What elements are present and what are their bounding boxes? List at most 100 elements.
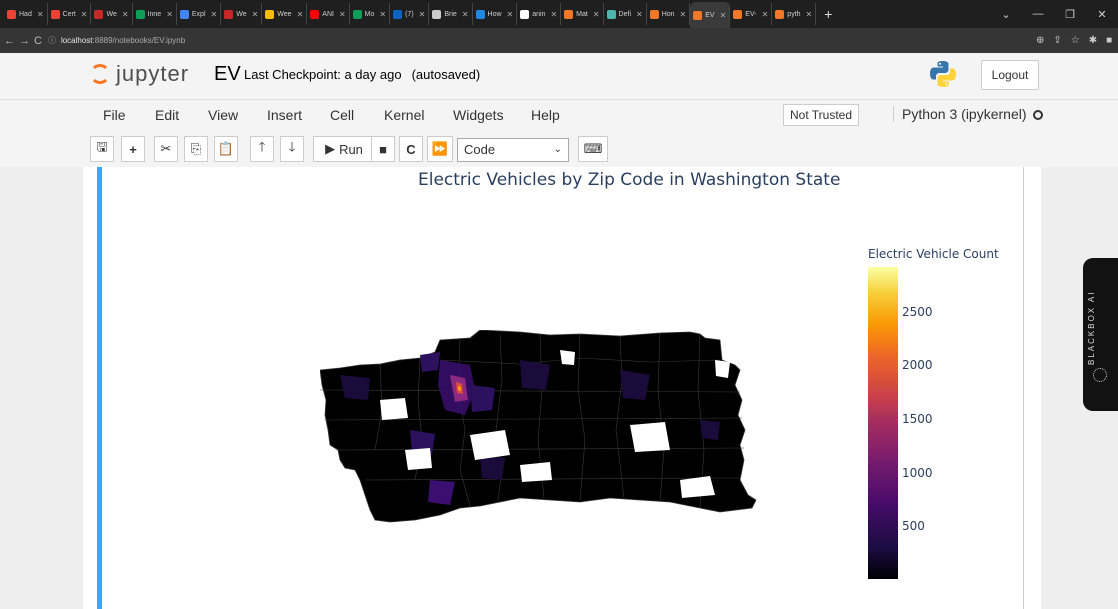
menu-edit[interactable]: Edit	[155, 107, 179, 123]
tab-close-icon[interactable]: ✕	[636, 10, 643, 19]
browser-tab[interactable]: Mat ✕	[561, 3, 604, 25]
browser-tab[interactable]: Hon ✕	[647, 3, 691, 25]
browser-tab[interactable]: Mo ✕	[350, 3, 391, 25]
not-trusted-button[interactable]: Not Trusted	[783, 104, 859, 126]
copy-icon[interactable]: ⎘	[184, 136, 208, 162]
interrupt-icon[interactable]: ■	[371, 136, 395, 162]
tab-close-icon[interactable]: ✕	[122, 10, 129, 19]
autosave-status: (autosaved)	[411, 67, 481, 82]
restore-button[interactable]: ❐	[1054, 8, 1086, 21]
browser-tab[interactable]: anin ✕	[517, 3, 562, 25]
close-window-button[interactable]: ✕	[1086, 8, 1118, 21]
tab-close-icon[interactable]: ✕	[252, 10, 259, 19]
browser-tab[interactable]: Brie ✕	[429, 3, 473, 25]
browser-tab[interactable]: We ✕	[221, 3, 263, 25]
tab-close-icon[interactable]: ✕	[507, 10, 514, 19]
tab-close-icon[interactable]: ✕	[550, 10, 557, 19]
menu-file[interactable]: File	[103, 107, 126, 123]
kernel-indicator[interactable]: Python 3 (ipykernel)	[893, 106, 1043, 122]
browser-tab[interactable]: EV ✕	[690, 2, 731, 28]
browser-tab[interactable]: ANI ✕	[307, 3, 350, 25]
browser-tab[interactable]: We ✕	[91, 3, 133, 25]
tab-close-icon[interactable]: ✕	[419, 10, 426, 19]
browser-tab[interactable]: Wee ✕	[262, 3, 308, 25]
move-down-icon[interactable]: 🡓	[280, 136, 304, 162]
restart-icon[interactable]: C	[399, 136, 423, 162]
new-tab-button[interactable]: +	[816, 6, 840, 22]
tab-close-icon[interactable]: ✕	[680, 10, 687, 19]
tab-favicon-icon	[7, 9, 16, 19]
browser-tab[interactable]: Cert ✕	[48, 3, 92, 25]
browser-tab[interactable]: (7) ✕	[390, 3, 430, 25]
browser-tab[interactable]: Expl ✕	[177, 3, 222, 25]
save-icon[interactable]: 🖫	[90, 136, 114, 162]
menu-insert[interactable]: Insert	[267, 107, 302, 123]
share-icon[interactable]: ⇪	[1053, 35, 1061, 47]
minimize-button[interactable]: —	[1022, 8, 1054, 20]
tab-close-icon[interactable]: ✕	[166, 10, 173, 19]
back-icon[interactable]: ←	[4, 35, 15, 47]
tab-close-icon[interactable]: ✕	[720, 11, 727, 20]
blackbox-ai-tab[interactable]: BLACKBOX AI	[1083, 258, 1118, 411]
notebook-area: Electric Vehicles by Zip Code in Washing…	[0, 167, 1118, 609]
window-controls: ⌄ — ❐ ✕	[990, 0, 1118, 28]
jupyter-logo[interactable]: jupyter	[90, 61, 189, 87]
forward-icon[interactable]: →	[19, 35, 30, 47]
tab-close-icon[interactable]: ✕	[37, 10, 44, 19]
tab-favicon-icon	[265, 9, 275, 19]
url-field[interactable]: ⓘ localhost:8889/notebooks/EV.ipynb	[48, 31, 1028, 51]
notebook-name[interactable]: EV	[214, 63, 241, 86]
kernel-idle-icon	[1032, 110, 1043, 120]
tab-close-icon[interactable]: ✕	[593, 10, 600, 19]
bookmark-star-icon[interactable]: ☆	[1071, 35, 1080, 47]
address-bar: ← → C ⓘ localhost:8889/notebooks/EV.ipyn…	[0, 28, 1118, 53]
run-button[interactable]: ▶ Run	[313, 136, 375, 162]
tab-search-icon[interactable]: ⌄	[990, 8, 1022, 21]
browser-tab[interactable]: How ✕	[473, 3, 518, 25]
browser-tab[interactable]: pyth ✕	[772, 3, 817, 25]
washington-choropleth-map[interactable]	[320, 330, 760, 525]
tab-close-icon[interactable]: ✕	[379, 10, 386, 19]
browser-tab[interactable]: Had ✕	[4, 3, 48, 25]
menu-widgets[interactable]: Widgets	[453, 107, 504, 123]
tab-label: Wee	[277, 10, 292, 18]
cut-icon[interactable]: ✂	[154, 136, 178, 162]
menu-view[interactable]: View	[208, 107, 238, 123]
zoom-icon[interactable]: ⊕	[1036, 35, 1044, 47]
run-label: Run	[339, 141, 363, 157]
jupyter-logo-icon	[90, 64, 110, 84]
move-up-icon[interactable]: 🡑	[250, 136, 274, 162]
tab-close-icon[interactable]: ✕	[462, 10, 469, 19]
tab-label: Mo	[364, 10, 375, 18]
tab-close-icon[interactable]: ✕	[81, 10, 88, 19]
jupyter-header: jupyter EV Last Checkpoint: a day ago (au…	[0, 53, 1118, 99]
browser-tab[interactable]: Inne ✕	[133, 3, 177, 25]
menu-kernel[interactable]: Kernel	[384, 107, 424, 123]
tab-close-icon[interactable]: ✕	[297, 10, 304, 19]
tab-close-icon[interactable]: ✕	[339, 10, 346, 19]
tab-label: How	[487, 10, 502, 18]
browser-tab[interactable]: Defi ✕	[604, 3, 647, 25]
tab-close-icon[interactable]: ✕	[762, 10, 769, 19]
paste-icon[interactable]: 📋	[214, 136, 238, 162]
sidebar-icon[interactable]: ■	[1106, 35, 1112, 47]
restart-run-all-icon[interactable]: ⏩	[427, 136, 453, 162]
jupyter-brand-text: jupyter	[116, 61, 190, 86]
tab-strip: Had ✕ Cert ✕ We ✕ Inne ✕ Expl ✕ We ✕ Wee ✕ ANI ✕ Mo ✕ (7) ✕…	[4, 0, 817, 28]
reload-icon[interactable]: C	[34, 35, 42, 47]
colorbar-title: Electric Vehicle Count	[868, 247, 999, 261]
menu-help[interactable]: Help	[531, 107, 560, 123]
tab-label: EV-	[745, 10, 757, 18]
browser-tab[interactable]: EV- ✕	[730, 3, 773, 25]
tab-label: Cert	[62, 10, 76, 18]
insert-cell-icon[interactable]: +	[121, 136, 145, 162]
cell-type-select[interactable]: Code ⌄	[457, 138, 569, 162]
logout-button[interactable]: Logout	[981, 60, 1039, 90]
info-icon: ⓘ	[47, 36, 56, 45]
tab-close-icon[interactable]: ✕	[806, 10, 813, 19]
extensions-icon[interactable]: ✱	[1089, 35, 1097, 47]
menu-cell[interactable]: Cell	[330, 107, 354, 123]
keyboard-icon[interactable]: ⌨	[578, 136, 608, 162]
tab-close-icon[interactable]: ✕	[211, 10, 218, 19]
colorbar-tick-1500: 1500	[902, 412, 933, 426]
